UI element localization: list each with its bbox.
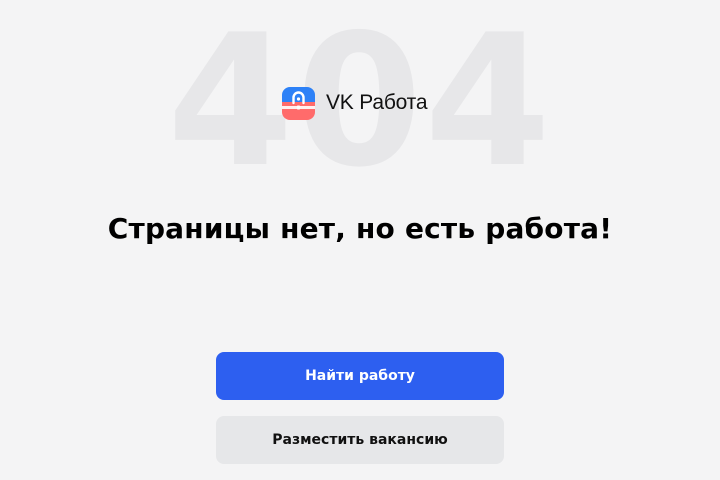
error-page: 404 VK Работа Страницы нет, но есть рабо…	[0, 0, 720, 480]
logo-text: VK Работа	[326, 91, 428, 114]
find-job-button[interactable]: Найти работу	[216, 352, 504, 400]
post-vacancy-button[interactable]: Разместить вакансию	[216, 416, 504, 464]
vk-rabota-logo[interactable]: VK Работа	[282, 86, 428, 120]
briefcase-lock-icon	[282, 86, 315, 120]
page-headline: Страницы нет, но есть работа!	[107, 212, 613, 245]
